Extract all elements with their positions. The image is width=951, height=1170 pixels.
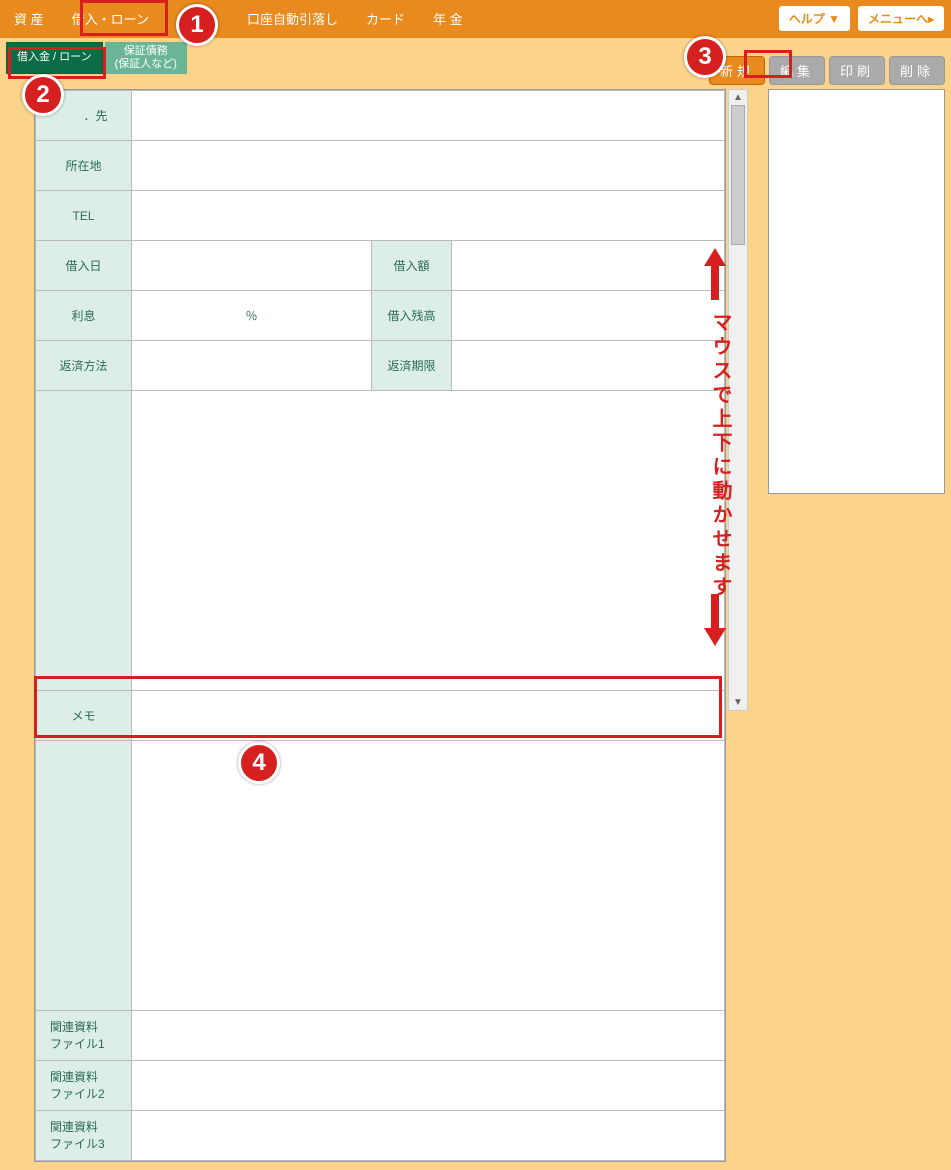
field-borrow-amount[interactable] [452,241,725,291]
scroll-thumb[interactable] [731,105,745,245]
subtab-loan[interactable]: 借入金 / ローン [6,42,103,74]
field-lender[interactable] [132,91,725,141]
nav-pension[interactable]: 年 金 [419,0,477,37]
field-blank-area[interactable] [132,391,725,691]
nav-loans[interactable]: 借入・ローン [58,0,163,37]
label-memo: メモ [36,691,132,741]
top-nav: 資 産 借入・ローン 口座自動引落し カード 年 金 ヘルプ ▼ メニューへ▸ [0,0,951,38]
help-button[interactable]: ヘルプ ▼ [778,5,851,32]
anno-circle-3: 3 [684,36,726,78]
field-tel[interactable] [132,191,725,241]
anno-circle-1: 1 [176,4,218,46]
label-repay-method: 返済方法 [36,341,132,391]
label-balance: 借入残高 [372,291,452,341]
anno-circle-4: 4 [238,742,280,784]
field-repay-due[interactable] [452,341,725,391]
field-repay-method[interactable] [132,341,372,391]
menu-button[interactable]: メニューへ▸ [857,5,945,32]
label-file3: 関連資料ファイル3 [36,1111,132,1161]
arrow-down-icon [704,594,726,655]
field-address[interactable] [132,141,725,191]
list-panel [768,89,945,494]
field-blank-area-2[interactable] [132,741,725,1011]
field-file1[interactable] [132,1011,725,1061]
form-table: 借入．先 所在地 TEL 借入日 借入額 利息 [35,90,725,1161]
nav-auto-debit[interactable]: 口座自動引落し [233,0,352,37]
delete-button[interactable]: 削除 [889,56,945,85]
form-panel: 借入．先 所在地 TEL 借入日 借入額 利息 [34,89,726,1162]
subtab-guarantee[interactable]: 保証債務(保証人など) [105,42,187,74]
field-memo[interactable] [132,691,725,741]
label-blank-area-2 [36,741,132,1011]
label-interest: 利息 [36,291,132,341]
label-borrow-date: 借入日 [36,241,132,291]
anno-circle-2: 2 [22,74,64,116]
scroll-hint-text: マウスで上下に動かせます [706,312,735,600]
field-borrow-date[interactable] [132,241,372,291]
label-borrow-amount: 借入額 [372,241,452,291]
field-interest[interactable]: ％ [132,291,372,341]
scroll-down-icon[interactable]: ▼ [733,695,743,710]
print-button[interactable]: 印刷 [829,56,885,85]
nav-assets[interactable]: 資 産 [0,0,58,37]
field-file2[interactable] [132,1061,725,1111]
label-file2: 関連資料ファイル2 [36,1061,132,1111]
edit-button[interactable]: 編集 [769,56,825,85]
label-address: 所在地 [36,141,132,191]
field-file3[interactable] [132,1111,725,1161]
scroll-up-icon[interactable]: ▲ [733,90,743,105]
sub-bar: 借入金 / ローン 保証債務(保証人など) 新規 編集 印刷 削除 [0,38,951,89]
arrow-up-icon [704,248,726,309]
label-repay-due: 返済期限 [372,341,452,391]
content: 借入．先 所在地 TEL 借入日 借入額 利息 [0,89,951,1170]
field-balance[interactable] [452,291,725,341]
label-blank-area [36,391,132,691]
label-tel: TEL [36,191,132,241]
nav-card[interactable]: カード [352,0,419,37]
label-file1: 関連資料ファイル1 [36,1011,132,1061]
